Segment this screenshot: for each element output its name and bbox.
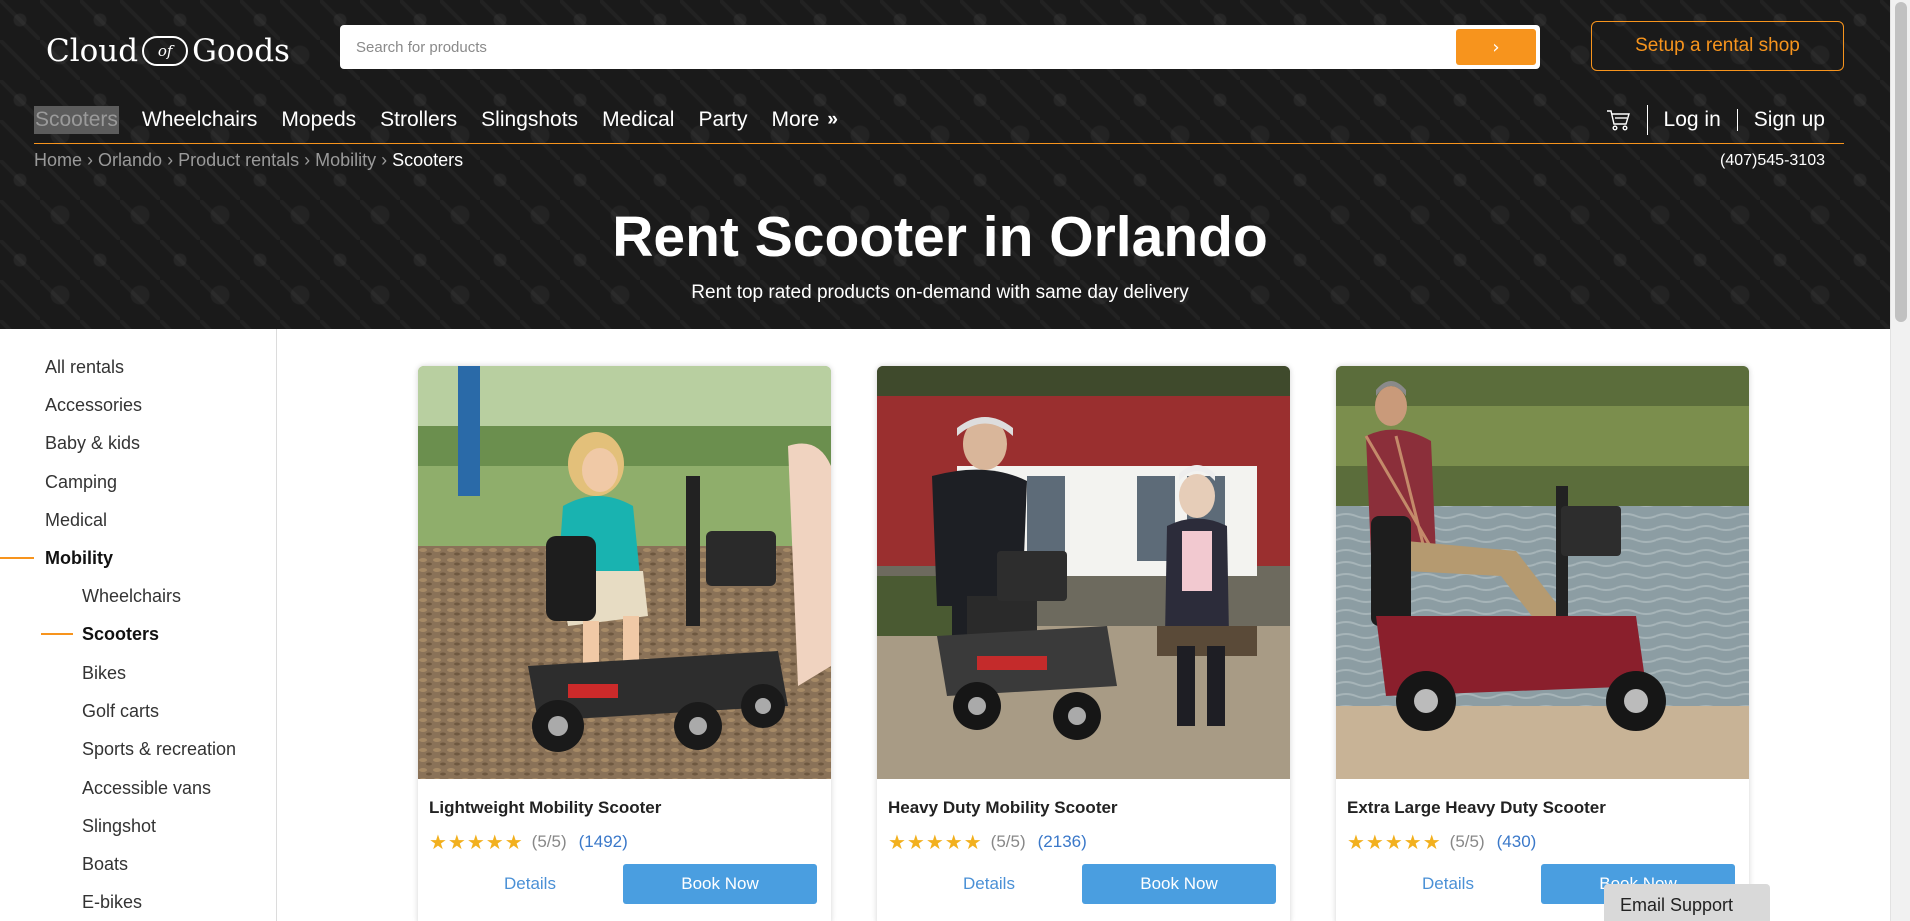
star-rating-icon: ★★★★★ <box>429 830 524 854</box>
search-bar: › <box>340 25 1540 69</box>
product-card[interactable]: Extra Large Heavy Duty Scooter ★★★★★ (5/… <box>1336 366 1749 921</box>
signup-link[interactable]: Sign up <box>1754 108 1825 132</box>
page-title: Rent Scooter in Orlando <box>612 205 1268 269</box>
product-title[interactable]: Extra Large Heavy Duty Scooter <box>1347 798 1606 818</box>
breadcrumb-home[interactable]: Home <box>34 150 82 171</box>
sidebar-item-scooters[interactable]: Scooters <box>82 621 159 647</box>
rating-score: (5/5) <box>1449 832 1485 851</box>
product-rating: ★★★★★ (5/5) (2136) <box>888 830 1087 854</box>
sidebar-item-mobility[interactable]: Mobility <box>45 545 113 571</box>
review-count[interactable]: (1492) <box>579 832 628 852</box>
email-support-button[interactable]: Email Support <box>1604 884 1770 921</box>
nav-item-party[interactable]: Party <box>697 106 748 134</box>
nav-item-slingshots[interactable]: Slingshots <box>480 106 579 134</box>
nav-item-scooters[interactable]: Scooters <box>34 106 119 134</box>
breadcrumb: Home › Orlando › Product rentals › Mobil… <box>34 150 463 171</box>
search-button[interactable]: › <box>1456 29 1536 65</box>
login-link[interactable]: Log in <box>1664 108 1721 132</box>
site-header: Cloud of Goods › Setup a rental shop Sco… <box>0 0 1890 329</box>
product-image[interactable] <box>877 366 1290 779</box>
sidebar-item-bikes[interactable]: Bikes <box>82 660 126 686</box>
review-count[interactable]: (430) <box>1497 832 1537 852</box>
sidebar-item-baby-kids[interactable]: Baby & kids <box>45 430 140 456</box>
nav-more-label: More <box>771 108 820 131</box>
sidebar-item-wheelchairs[interactable]: Wheelchairs <box>82 583 181 609</box>
page-subtitle: Rent top rated products on-demand with s… <box>691 282 1189 303</box>
divider <box>1646 105 1648 135</box>
product-image[interactable] <box>1336 366 1749 779</box>
search-input[interactable] <box>340 25 1450 69</box>
product-card[interactable]: Heavy Duty Mobility Scooter ★★★★★ (5/5) … <box>877 366 1290 921</box>
product-card[interactable]: Lightweight Mobility Scooter ★★★★★ (5/5)… <box>418 366 831 921</box>
phone-number[interactable]: (407)545-3103 <box>1720 152 1825 170</box>
breadcrumb-separator: › <box>87 150 94 170</box>
cloud-logo-icon: of <box>142 36 189 66</box>
logo-word-goods: Goods <box>192 33 290 69</box>
details-link[interactable]: Details <box>504 874 556 894</box>
sidebar-item-medical[interactable]: Medical <box>45 507 107 533</box>
nav-more-button[interactable]: More » <box>770 106 837 134</box>
nav-item-mopeds[interactable]: Mopeds <box>280 106 357 134</box>
rating-score: (5/5) <box>990 832 1026 851</box>
breadcrumb-orlando[interactable]: Orlando <box>98 150 162 171</box>
breadcrumb-separator: › <box>167 150 174 170</box>
product-title[interactable]: Lightweight Mobility Scooter <box>429 798 661 818</box>
breadcrumb-product-rentals[interactable]: Product rentals <box>178 150 299 171</box>
sidebar-item-accessible-vans[interactable]: Accessible vans <box>82 775 211 801</box>
details-link[interactable]: Details <box>963 874 1015 894</box>
user-nav: Log in Sign up <box>1605 104 1825 136</box>
page-scrollbar[interactable] <box>1890 0 1910 921</box>
product-rating: ★★★★★ (5/5) (1492) <box>429 830 628 854</box>
category-nav: Scooters Wheelchairs Mopeds Strollers Sl… <box>34 104 858 136</box>
site-logo[interactable]: Cloud of Goods <box>46 30 290 72</box>
review-count[interactable]: (2136) <box>1038 832 1087 852</box>
breadcrumb-separator: › <box>381 150 388 170</box>
sidebar-item-accessories[interactable]: Accessories <box>45 392 142 418</box>
double-chevron-right-icon: » <box>827 109 837 130</box>
nav-item-strollers[interactable]: Strollers <box>379 106 458 134</box>
breadcrumb-separator: › <box>304 150 311 170</box>
details-link[interactable]: Details <box>1422 874 1474 894</box>
book-now-button[interactable]: Book Now <box>623 864 817 904</box>
product-rating: ★★★★★ (5/5) (430) <box>1347 830 1536 854</box>
sidebar-item-e-bikes[interactable]: E-bikes <box>82 889 142 915</box>
breadcrumb-mobility[interactable]: Mobility <box>315 150 376 171</box>
divider <box>1736 109 1738 131</box>
active-indicator <box>41 633 73 635</box>
nav-item-wheelchairs[interactable]: Wheelchairs <box>141 106 259 134</box>
header-divider <box>34 143 1844 144</box>
star-rating-icon: ★★★★★ <box>888 830 983 854</box>
rating-score: (5/5) <box>531 832 567 851</box>
product-title[interactable]: Heavy Duty Mobility Scooter <box>888 798 1118 818</box>
sidebar-item-golf-carts[interactable]: Golf carts <box>82 698 159 724</box>
breadcrumb-current: Scooters <box>392 150 464 170</box>
sidebar-item-all-rentals[interactable]: All rentals <box>45 354 124 380</box>
setup-rental-shop-button[interactable]: Setup a rental shop <box>1591 21 1844 71</box>
book-now-button[interactable]: Book Now <box>1082 864 1276 904</box>
sidebar-item-camping[interactable]: Camping <box>45 469 117 495</box>
star-rating-icon: ★★★★★ <box>1347 830 1442 854</box>
sidebar-item-boats[interactable]: Boats <box>82 851 128 877</box>
cart-icon[interactable] <box>1605 107 1631 133</box>
category-sidebar: All rentals Accessories Baby & kids Camp… <box>0 329 277 921</box>
sidebar-item-slingshot[interactable]: Slingshot <box>82 813 156 839</box>
nav-item-medical[interactable]: Medical <box>601 106 675 134</box>
logo-word-cloud: Cloud <box>46 33 139 69</box>
sidebar-item-sports-recreation[interactable]: Sports & recreation <box>82 736 236 762</box>
active-indicator <box>0 557 34 559</box>
scrollbar-thumb[interactable] <box>1895 2 1907 322</box>
product-image[interactable] <box>418 366 831 779</box>
